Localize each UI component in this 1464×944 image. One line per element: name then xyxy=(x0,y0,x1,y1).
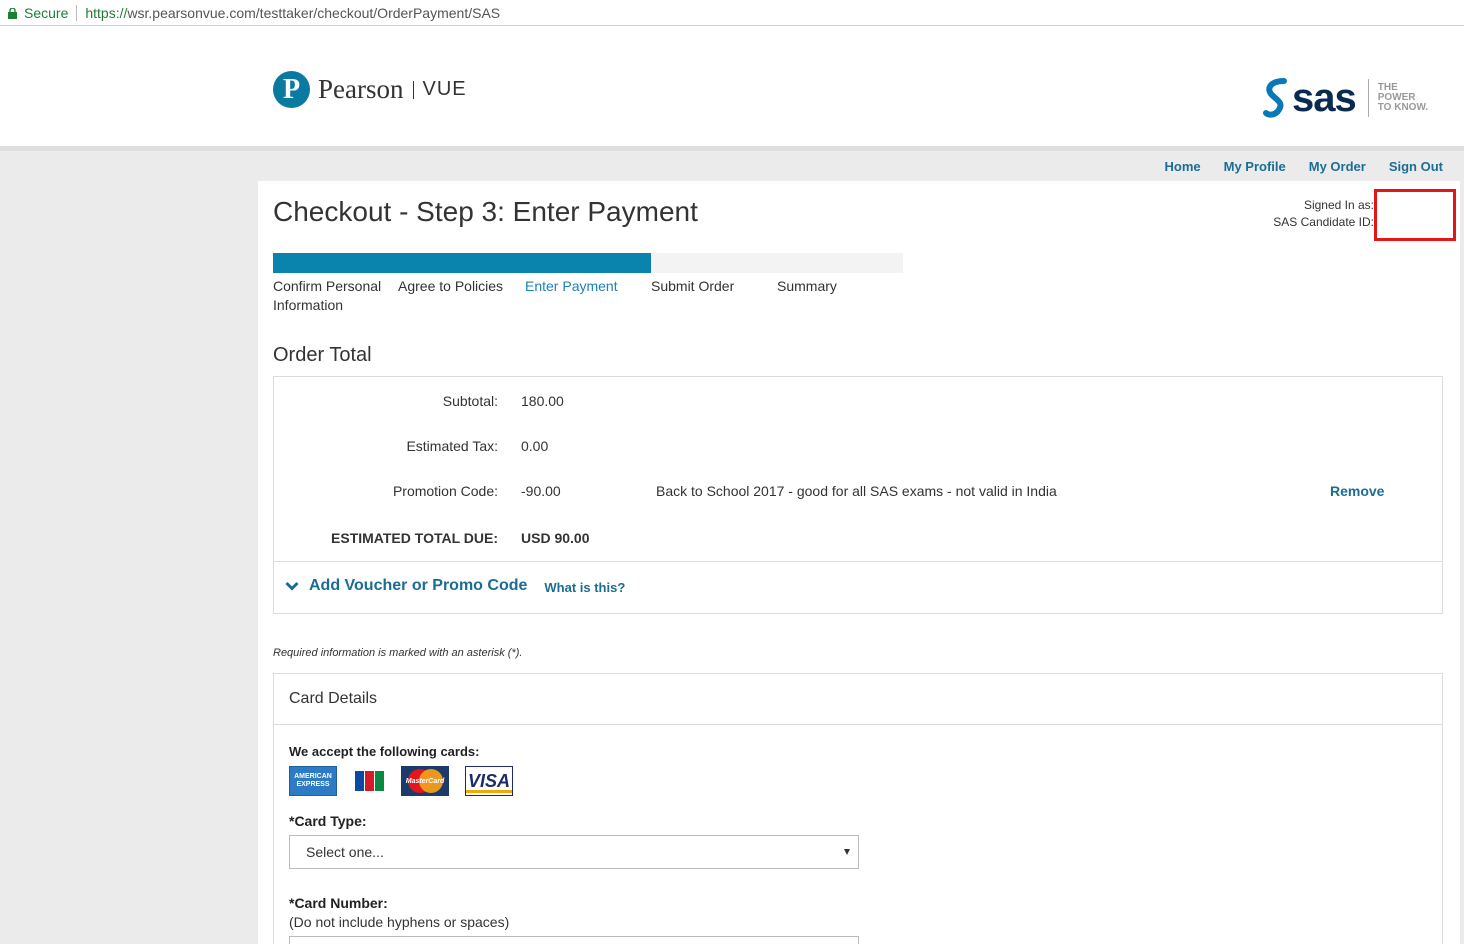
add-voucher-label[interactable]: Add Voucher or Promo Code xyxy=(309,577,527,595)
what-is-this-link[interactable]: What is this? xyxy=(544,580,625,595)
amex-card-icon: AMERICAN EXPRESS xyxy=(289,766,337,796)
progress-fill xyxy=(273,253,651,273)
add-voucher-toggle[interactable]: Add Voucher or Promo Code What is this? xyxy=(285,577,625,595)
card-details-title: Card Details xyxy=(289,690,378,707)
amex-line: EXPRESS xyxy=(296,781,330,788)
jcb-card-icon xyxy=(353,766,385,796)
tax-value: 0.00 xyxy=(521,438,549,454)
promo-label: Promotion Code: xyxy=(392,483,498,499)
tax-label: Estimated Tax: xyxy=(406,438,498,454)
address-bar[interactable]: Secure https://wsr.pearsonvue.com/testta… xyxy=(0,0,1464,26)
promo-value: -90.00 xyxy=(521,483,561,499)
sas-divider xyxy=(1367,79,1369,117)
visa-text: VISA xyxy=(467,770,510,791)
address-separator xyxy=(76,4,78,21)
url-path: wsr.pearsonvue.com/testtaker/checkout/Or… xyxy=(127,4,501,21)
checkout-progress-bar xyxy=(273,253,903,273)
top-navigation: Home My Profile My Order Sign Out xyxy=(1165,159,1444,174)
card-type-value: Select one... xyxy=(306,844,384,860)
sas-logo: sas THE POWER TO KNOW. xyxy=(1262,77,1428,119)
mastercard-card-icon: MasterCard xyxy=(401,766,449,796)
card-number-input[interactable] xyxy=(289,936,859,944)
sas-wordmark: sas xyxy=(1292,76,1357,120)
step-summary: Summary xyxy=(777,277,837,296)
step-label: Information xyxy=(273,297,344,313)
card-details-box: Card Details We accept the following car… xyxy=(273,673,1443,944)
candidate-id-label: SAS Candidate ID: xyxy=(1273,215,1374,229)
order-total-heading: Order Total xyxy=(273,344,372,366)
card-type-label: *Card Type: xyxy=(289,813,367,829)
step-submit-order: Submit Order xyxy=(651,277,734,296)
page-title: Checkout - Step 3: Enter Payment xyxy=(273,196,698,227)
card-number-hint: (Do not include hyphens or spaces) xyxy=(289,914,510,930)
subtotal-label: Subtotal: xyxy=(442,393,498,409)
logo-divider xyxy=(413,80,415,99)
nav-home-link[interactable]: Home xyxy=(1165,159,1201,174)
step-agree-policies: Agree to Policies xyxy=(398,277,503,296)
amex-line: AMERICAN xyxy=(294,773,332,780)
order-divider xyxy=(274,561,1442,562)
total-value: USD 90.00 xyxy=(521,530,590,546)
step-label: Summary xyxy=(777,278,837,294)
lock-icon xyxy=(8,8,17,19)
nav-my-order-link[interactable]: My Order xyxy=(1309,159,1366,174)
dropdown-arrow-icon xyxy=(844,849,850,855)
nav-sign-out-link[interactable]: Sign Out xyxy=(1389,159,1443,174)
vue-wordmark: VUE xyxy=(422,78,467,100)
chevron-down-icon xyxy=(285,581,299,591)
card-details-header: Card Details xyxy=(274,674,1442,725)
step-label: Confirm Personal xyxy=(273,278,382,294)
subtotal-value: 180.00 xyxy=(521,393,564,409)
pearson-wordmark: Pearson xyxy=(318,74,404,104)
sas-tagline: THE POWER TO KNOW. xyxy=(1378,83,1428,113)
accepted-cards: AMERICAN EXPRESS MasterCard VISA xyxy=(289,766,513,796)
step-enter-payment: Enter Payment xyxy=(525,277,618,296)
step-label: Submit Order xyxy=(651,278,735,294)
url-scheme: https:// xyxy=(85,4,128,21)
signed-in-label: Signed In as: xyxy=(1303,198,1374,212)
promo-description: Back to School 2017 - good for all SAS e… xyxy=(656,483,1057,499)
nav-my-profile-link[interactable]: My Profile xyxy=(1224,159,1286,174)
required-note: Required information is marked with an a… xyxy=(273,647,523,659)
step-label: Agree to Policies xyxy=(398,278,504,294)
mastercard-text: MasterCard xyxy=(405,777,445,785)
step-confirm-personal: Confirm Personal Information xyxy=(273,277,381,315)
pearson-p-icon: P xyxy=(273,71,310,108)
card-number-label: *Card Number: xyxy=(289,895,388,911)
sas-tagline-line: TO KNOW. xyxy=(1377,102,1429,113)
signed-in-info: Signed In as: SAS Candidate ID: xyxy=(1273,197,1374,231)
redaction-box xyxy=(1374,189,1456,241)
step-label: Enter Payment xyxy=(525,278,618,294)
secure-label: Secure xyxy=(24,4,69,21)
visa-card-icon: VISA xyxy=(465,766,513,796)
site-header: P Pearson VUE sas THE POWER TO KNOW. xyxy=(0,27,1464,146)
sas-swoosh-icon xyxy=(1263,78,1287,118)
card-type-select[interactable]: Select one... xyxy=(289,835,859,869)
remove-promo-link[interactable]: Remove xyxy=(1330,483,1384,499)
order-total-box: Subtotal: 180.00 Estimated Tax: 0.00 Pro… xyxy=(273,376,1443,614)
pearson-vue-logo[interactable]: P Pearson VUE xyxy=(273,71,467,108)
total-label: ESTIMATED TOTAL DUE: xyxy=(331,530,498,546)
accepted-cards-label: We accept the following cards: xyxy=(289,744,480,759)
